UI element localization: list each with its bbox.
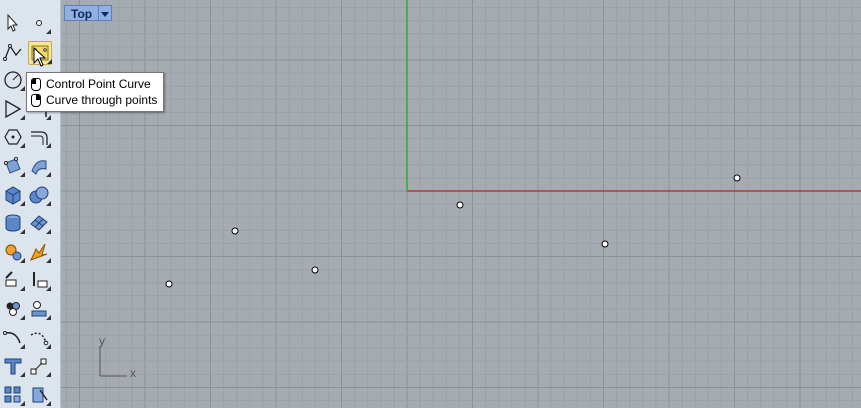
boolean-union-icon[interactable]: [28, 184, 51, 206]
group-icon[interactable]: [2, 298, 25, 320]
picked-point-marker: [601, 240, 609, 248]
trim-icon[interactable]: [28, 269, 51, 292]
polygon-icon[interactable]: [2, 98, 25, 120]
mouse-cursor-icon: [33, 47, 47, 67]
picked-point-marker: [231, 227, 239, 235]
explode-icon[interactable]: [28, 241, 51, 263]
picked-point-marker: [165, 280, 173, 288]
axis-x-label: x: [130, 366, 136, 380]
tooltip-row-right-click: Curve through points: [31, 92, 157, 108]
transform-gear-icon[interactable]: [2, 241, 25, 263]
hexagon-icon[interactable]: [2, 126, 25, 149]
dimension-icon[interactable]: [28, 355, 51, 378]
circle-icon[interactable]: [2, 69, 25, 92]
text-icon[interactable]: [2, 355, 25, 378]
offset-curve-icon[interactable]: [28, 126, 51, 149]
main-toolbar: [0, 0, 61, 408]
picked-point-marker: [311, 266, 319, 274]
mouse-right-icon: [31, 93, 41, 107]
picked-point-marker: [456, 201, 464, 209]
viewport-name[interactable]: Top: [64, 5, 100, 21]
polyline-icon[interactable]: [2, 41, 24, 63]
mesh-icon[interactable]: [28, 212, 51, 235]
render-icon[interactable]: [28, 384, 51, 406]
viewport-tab[interactable]: Top: [64, 5, 113, 21]
curve-edit-icon[interactable]: [28, 327, 51, 349]
mouse-left-icon: [31, 77, 41, 91]
viewport-grid: [61, 0, 861, 408]
curve-tools-icon[interactable]: [2, 327, 25, 349]
viewport-menu-arrow-icon[interactable]: [99, 5, 113, 21]
extrude-icon[interactable]: [28, 155, 51, 177]
analyze-icon[interactable]: [28, 298, 51, 320]
picked-point-marker: [733, 174, 741, 182]
axis-y-label: y: [99, 334, 105, 348]
select-arrow-icon[interactable]: [2, 12, 24, 34]
split-icon[interactable]: [2, 269, 25, 292]
top-viewport[interactable]: [61, 0, 861, 408]
box-icon[interactable]: [2, 184, 25, 206]
tooltip-right-click-label: Curve through points: [46, 93, 158, 107]
tool-tooltip: Control Point Curve Curve through points: [26, 72, 165, 112]
cylinder-icon[interactable]: [2, 212, 25, 235]
array-icon[interactable]: [2, 384, 25, 406]
tooltip-row-left-click: Control Point Curve: [31, 76, 157, 92]
point-icon[interactable]: [28, 12, 51, 34]
surface-from-points-icon[interactable]: [2, 155, 25, 177]
tooltip-left-click-label: Control Point Curve: [46, 77, 151, 91]
